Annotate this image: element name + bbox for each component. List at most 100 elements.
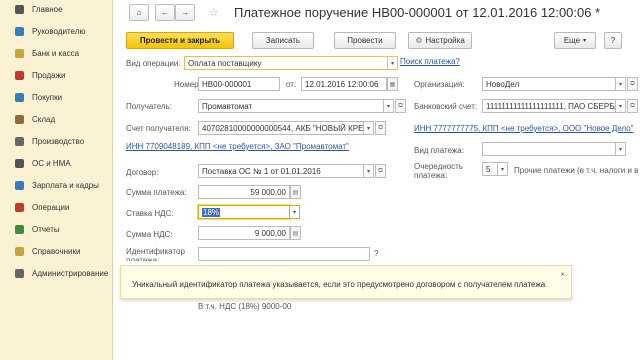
sidebar-item[interactable]: Банк и касса xyxy=(0,44,113,62)
priority-description: Прочие платежи (в т.ч. налоги и взносы) xyxy=(514,166,638,175)
basket-icon xyxy=(15,92,24,102)
menu-icon xyxy=(15,4,24,14)
org-field[interactable]: НовоДел xyxy=(482,77,616,91)
calendar-icon[interactable]: ▦ xyxy=(387,77,398,91)
vat-calculator-icon[interactable]: ▤ xyxy=(290,226,301,240)
payment-kind-field[interactable] xyxy=(482,142,616,156)
sidebar-item[interactable]: Склад xyxy=(0,110,113,128)
post-button[interactable]: Провести xyxy=(334,32,396,49)
sidebar-item[interactable]: Справочники xyxy=(0,242,113,260)
sidebar-item[interactable]: ОС и НМА xyxy=(0,154,113,172)
vat-rate-dropdown[interactable]: ▾ xyxy=(290,205,300,219)
recipient-field[interactable]: Промавтомат xyxy=(198,99,384,113)
sidebar-item[interactable]: Зарплата и кадры xyxy=(0,176,113,194)
calculator-icon[interactable]: ▤ xyxy=(290,185,301,199)
payment-kind-dropdown[interactable]: ▾ xyxy=(616,142,626,156)
people-icon xyxy=(15,180,24,190)
gear-icon: ⚙ xyxy=(415,36,423,45)
org-open-icon[interactable]: ⧉ xyxy=(627,77,638,91)
bank-account-open-icon[interactable]: ⧉ xyxy=(627,99,638,113)
more-label: Еще xyxy=(563,36,581,45)
contract-field[interactable]: Поставка ОС № 1 от 01.01.2016 xyxy=(198,164,364,178)
sidebar-item[interactable]: Покупки xyxy=(0,88,113,106)
amount-label: Сумма платежа: xyxy=(126,188,187,197)
from-label: от: xyxy=(286,80,297,89)
contract-dropdown[interactable]: ▾ xyxy=(364,164,374,178)
org-inn-link[interactable]: ИНН 7777777775, КПП <не требуется>, ООО … xyxy=(414,124,634,133)
close-icon[interactable]: × xyxy=(560,270,565,279)
identifier-help[interactable]: ? xyxy=(374,249,378,258)
vat-sum-label: Сумма НДС: xyxy=(126,230,173,239)
vat-rate-field[interactable]: 18% xyxy=(198,205,290,219)
sidebar-item[interactable]: Главное xyxy=(0,0,113,18)
back-arrow-icon: ← xyxy=(161,8,169,17)
vat-rate-value: 18% xyxy=(202,207,221,217)
forward-button[interactable]: → xyxy=(175,4,195,21)
factory-icon xyxy=(15,136,24,146)
sidebar-item-label: Справочники xyxy=(32,246,81,256)
recipient-open-icon[interactable]: ⧉ xyxy=(395,99,406,113)
operations-icon xyxy=(15,202,24,212)
contract-label: Договор: xyxy=(126,168,159,177)
vat-sum-field[interactable]: 9 000,00 xyxy=(198,226,290,240)
recipient-account-dropdown[interactable]: ▾ xyxy=(364,121,374,135)
search-payment-link[interactable]: Поиск платежа? xyxy=(400,57,460,66)
recipient-account-open-icon[interactable]: ⧉ xyxy=(375,121,386,135)
bank-account-field[interactable]: 11111111111111111111, ПАО СБЕРБАНК xyxy=(482,99,616,113)
contract-open-icon[interactable]: ⧉ xyxy=(375,164,386,178)
priority-label: Очередность платежа: xyxy=(414,162,463,180)
tooltip: Уникальный идентификатор платежа указыва… xyxy=(120,265,572,299)
chart-icon xyxy=(15,26,24,36)
settings-label: Настройка xyxy=(425,36,465,45)
sidebar-item-label: Главное xyxy=(32,4,63,14)
save-button[interactable]: Записать xyxy=(252,32,314,49)
sidebar-item[interactable]: Продажи xyxy=(0,66,113,84)
sidebar-item-label: Руководителю xyxy=(32,26,86,36)
bank-account-dropdown[interactable]: ▾ xyxy=(616,99,626,113)
op-type-label: Вид операции: xyxy=(126,59,181,68)
bank-account-label: Банковский счет: xyxy=(414,102,478,111)
report-icon xyxy=(15,224,24,234)
home-button[interactable]: ⌂ xyxy=(129,4,149,21)
sidebar-item-label: Банк и касса xyxy=(32,48,80,58)
main-area: ⌂ ← → ☆ Платежное поручение НВ00-000001 … xyxy=(114,0,640,360)
op-type-dropdown[interactable]: ▾ xyxy=(388,56,398,70)
settings-button[interactable]: ⚙ Настройка xyxy=(408,32,472,49)
op-type-select[interactable]: Оплата поставщику xyxy=(184,56,388,70)
page-title: Платежное поручение НВ00-000001 от 12.01… xyxy=(234,5,601,20)
recipient-account-field[interactable]: 40702810000000000544, АКБ "НОВЫЙ КРЕДИТ" xyxy=(198,121,364,135)
amount-field[interactable]: 59 000,00 xyxy=(198,185,290,199)
recipient-dropdown[interactable]: ▾ xyxy=(384,99,394,113)
sidebar-item[interactable]: Отчеты xyxy=(0,220,113,238)
payment-kind-label: Вид платежа: xyxy=(414,146,464,155)
chevron-down-icon: ▾ xyxy=(583,38,587,44)
priority-field[interactable]: 5 xyxy=(482,162,498,176)
identifier-field[interactable] xyxy=(198,247,370,261)
sidebar-item-label: ОС и НМА xyxy=(32,158,71,168)
sidebar-item[interactable]: Администрирование xyxy=(0,264,113,282)
sidebar-item[interactable]: Производство xyxy=(0,132,113,150)
identifier-label: Идентификатор платежа: xyxy=(126,247,185,261)
org-label: Организация: xyxy=(414,80,465,89)
priority-dropdown[interactable]: ▾ xyxy=(498,162,508,176)
help-button[interactable]: ? xyxy=(604,32,622,49)
post-and-close-button[interactable]: Провести и закрыть xyxy=(126,32,234,49)
number-label: Номер: xyxy=(174,80,201,89)
sidebar-item-label: Склад xyxy=(32,114,56,124)
sidebar-item-label: Производство xyxy=(32,136,85,146)
forward-arrow-icon: → xyxy=(181,8,189,17)
tooltip-text: Уникальный идентификатор платежа указыва… xyxy=(132,280,546,289)
purpose-text[interactable]: В т.ч. НДС (18%) 9000-00 xyxy=(198,302,291,311)
car-icon xyxy=(15,158,24,168)
number-field[interactable]: НВ00-000001 xyxy=(198,77,280,91)
sidebar: Главное Руководителю Банк и касса Продажи По… xyxy=(0,0,113,360)
more-button[interactable]: Еще ▾ xyxy=(554,32,596,49)
back-button[interactable]: ← xyxy=(155,4,175,21)
sidebar-item[interactable]: Руководителю xyxy=(0,22,113,40)
org-dropdown[interactable]: ▾ xyxy=(616,77,626,91)
recipient-inn-link[interactable]: ИНН 7709048189, КПП <не требуется>, ЗАО … xyxy=(126,142,349,151)
sidebar-item-label: Продажи xyxy=(32,70,66,80)
star-icon[interactable]: ☆ xyxy=(209,6,219,19)
sidebar-item[interactable]: Операции xyxy=(0,198,113,216)
date-field[interactable]: 12.01.2016 12:00:06 xyxy=(301,77,387,91)
